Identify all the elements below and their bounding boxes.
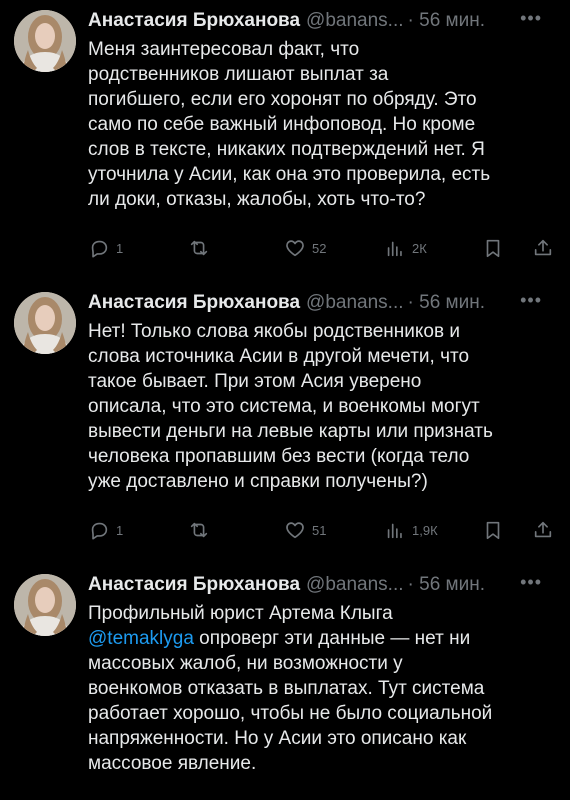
views-icon: [384, 237, 406, 259]
tweet-time[interactable]: · 56 мин.: [408, 292, 485, 314]
like-count: 51: [312, 522, 327, 538]
tweet-actions: 1 51 1,9К: [88, 518, 558, 542]
tweet-text-part: опроверг эти данные — нет ни массовых жа…: [88, 628, 493, 774]
more-horizontal-icon[interactable]: •••: [520, 8, 542, 29]
heart-icon: [284, 237, 306, 259]
bookmark-button[interactable]: [482, 518, 504, 542]
reply-icon: [88, 237, 110, 259]
author-handle[interactable]: @banans...: [306, 10, 403, 32]
author-name[interactable]: Анастасия Брюханова: [88, 10, 300, 32]
tweet-text: Меня заинтересовал факт, что родственник…: [88, 39, 491, 210]
retweet-button[interactable]: [188, 518, 210, 542]
views-button[interactable]: 2К: [384, 236, 427, 260]
tweet-text: Нет! Только слова якобы родственников и …: [88, 321, 493, 492]
share-button[interactable]: [532, 518, 554, 542]
tweet-text: Профильный юрист Артема Клыга @temaklyga…: [88, 601, 558, 776]
like-button[interactable]: 52: [284, 236, 326, 260]
avatar[interactable]: [14, 574, 76, 636]
reply-count: 1: [116, 522, 124, 538]
views-count: 2К: [412, 240, 427, 256]
like-button[interactable]: 51: [284, 518, 326, 542]
reply-button[interactable]: 1: [88, 518, 123, 542]
tweet-time[interactable]: · 56 мин.: [408, 574, 485, 596]
reply-icon: [88, 519, 110, 541]
like-count: 52: [312, 240, 327, 256]
share-button[interactable]: [532, 236, 554, 260]
author-name[interactable]: Анастасия Брюханова: [88, 574, 300, 596]
share-icon: [532, 237, 554, 259]
reply-button[interactable]: 1: [88, 236, 123, 260]
mention-link[interactable]: @temaklyga: [88, 628, 194, 649]
tweet-header: Анастасия Брюханова @banans... · 56 мин.…: [88, 572, 556, 598]
share-icon: [532, 519, 554, 541]
avatar[interactable]: [14, 10, 76, 72]
retweet-button[interactable]: [188, 236, 210, 260]
views-button[interactable]: 1,9К: [384, 518, 438, 542]
heart-icon: [284, 519, 306, 541]
retweet-icon: [188, 519, 210, 541]
bookmark-icon: [482, 519, 504, 541]
more-horizontal-icon[interactable]: •••: [520, 290, 542, 311]
bookmark-button[interactable]: [482, 236, 504, 260]
avatar[interactable]: [14, 292, 76, 354]
tweet-time[interactable]: · 56 мин.: [408, 10, 485, 32]
tweet-header: Анастасия Брюханова @banans... · 56 мин.…: [88, 290, 556, 316]
more-horizontal-icon[interactable]: •••: [520, 572, 542, 593]
author-handle[interactable]: @banans...: [306, 292, 403, 314]
tweet-text-part: Профильный юрист Артема Клыга: [88, 603, 393, 624]
reply-count: 1: [116, 240, 124, 256]
tweet-header: Анастасия Брюханова @banans... · 56 мин.…: [88, 8, 556, 34]
tweet-actions: 1 52 2К: [88, 236, 558, 260]
views-count: 1,9К: [412, 522, 438, 538]
author-name[interactable]: Анастасия Брюханова: [88, 292, 300, 314]
bookmark-icon: [482, 237, 504, 259]
views-icon: [384, 519, 406, 541]
author-handle[interactable]: @banans...: [306, 574, 403, 596]
retweet-icon: [188, 237, 210, 259]
